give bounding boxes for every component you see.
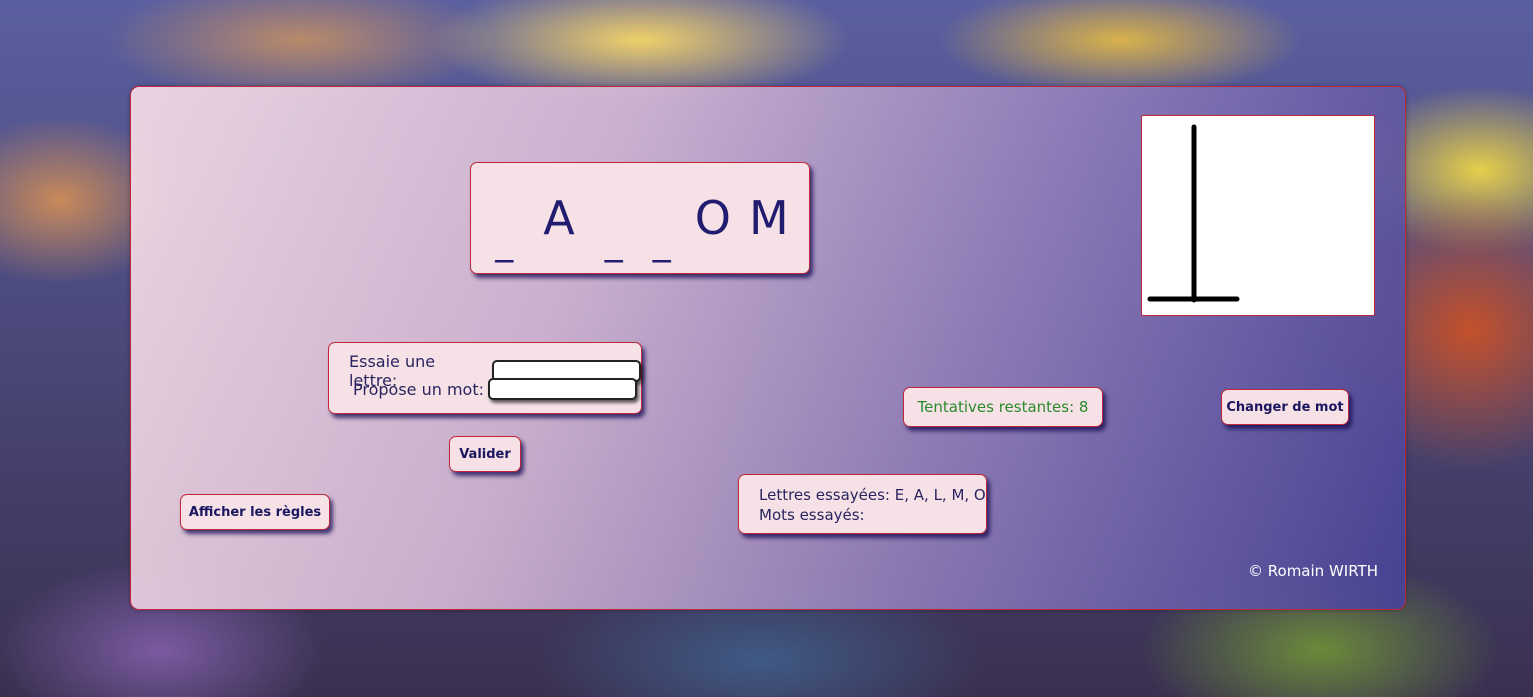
tries-remaining: Tentatives restantes: 8 [903, 387, 1103, 427]
validate-button[interactable]: Valider [449, 436, 521, 472]
word-letter: M [748, 191, 791, 245]
letters-tried: Lettres essayées: E, A, L, M, O [759, 486, 986, 504]
gallows-icon [1147, 124, 1240, 303]
word-letter: O [694, 191, 733, 245]
tried-summary: Lettres essayées: E, A, L, M, O Mots ess… [738, 474, 987, 534]
change-word-button[interactable]: Changer de mot [1221, 389, 1349, 425]
guess-form: Essaie une lettre: Propose un mot: [328, 342, 642, 414]
word-letter: _ [604, 222, 625, 263]
word-display: _ A _ _ O M [470, 162, 810, 274]
word-letter: _ [652, 222, 673, 263]
hangman-drawing [1141, 115, 1375, 316]
word-letter: A [543, 191, 577, 245]
word-label: Propose un mot: [353, 379, 484, 399]
word-letter: _ [495, 222, 516, 263]
show-rules-button[interactable]: Afficher les règles [180, 494, 330, 530]
copyright-footer: © Romain WIRTH [1248, 562, 1378, 580]
words-tried: Mots essayés: [759, 506, 865, 524]
word-input[interactable] [488, 378, 637, 400]
